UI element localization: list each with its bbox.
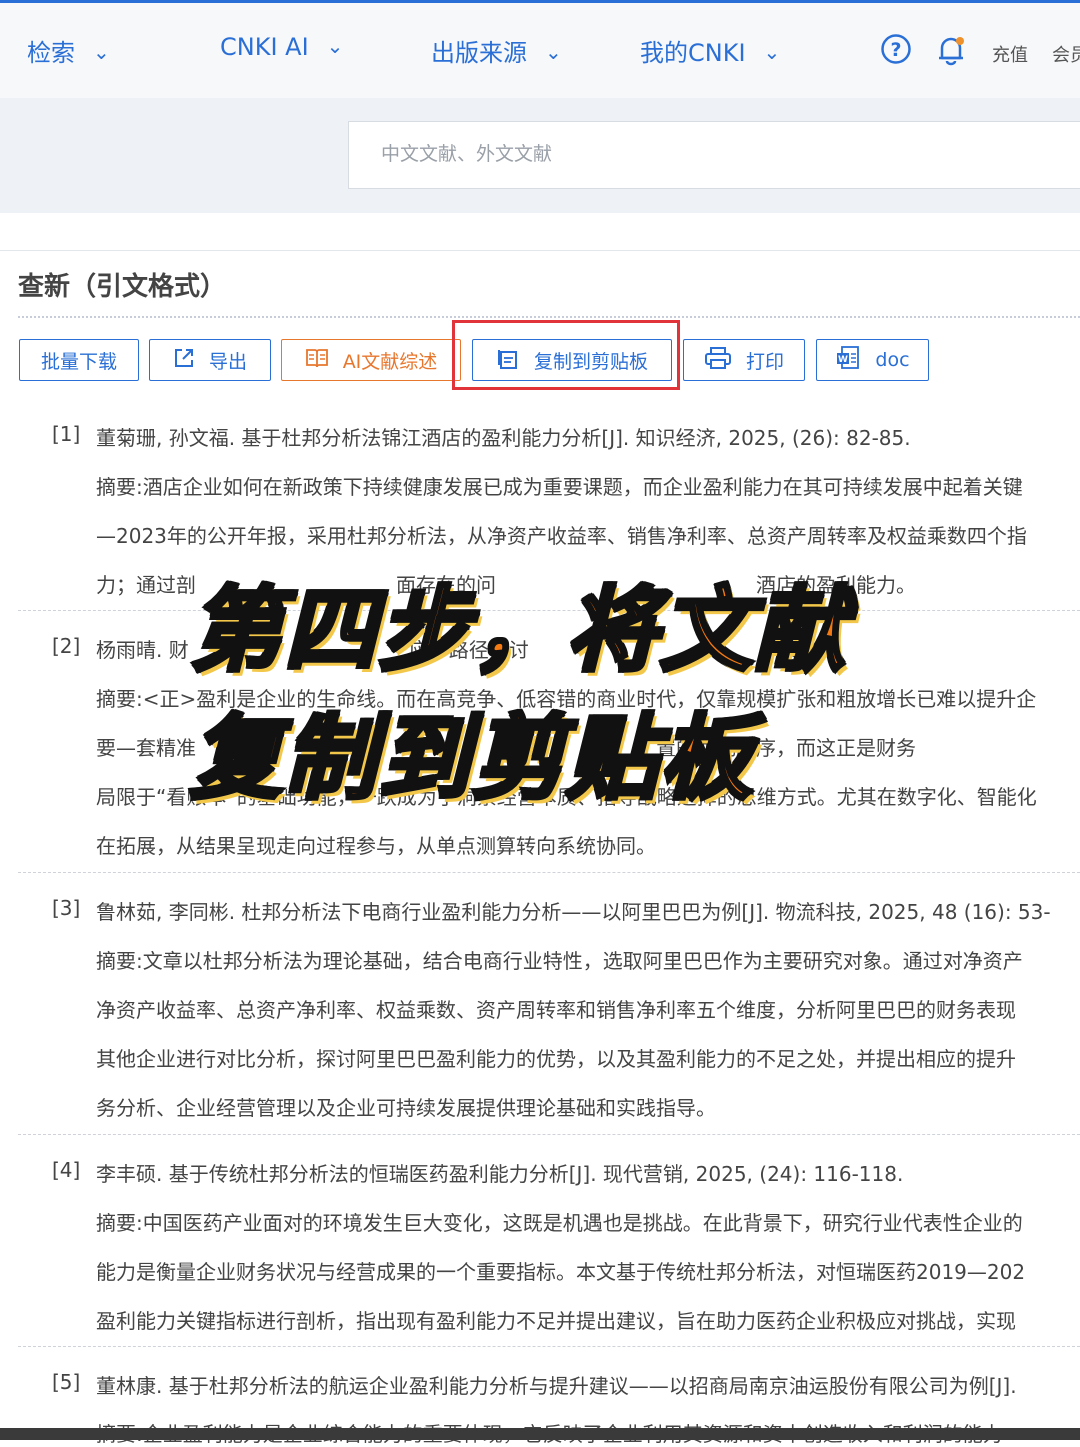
- export-label: 导出: [208, 350, 247, 373]
- bottom-bar: [0, 1428, 1080, 1440]
- nav-search[interactable]: 检索 ⌄: [27, 33, 110, 68]
- reference-citation[interactable]: 董林康. 基于杜邦分析法的航运企业盈利能力分析与提升建议——以招商局南京油运股份…: [96, 1370, 1017, 1399]
- reference-citation[interactable]: 鲁林茹, 李同彬. 杜邦分析法下电商行业盈利能力分析——以阿里巴巴为例[J]. …: [96, 896, 1051, 925]
- word-doc-icon: W: [835, 345, 861, 376]
- search-input[interactable]: [379, 142, 1063, 166]
- nav-my-cnki-label: 我的CNKI: [640, 39, 746, 67]
- ai-review-label: AI文献综述: [342, 350, 438, 373]
- nav-cnki-ai-label: CNKI AI: [220, 33, 309, 61]
- nav-cnki-ai[interactable]: CNKI AI ⌄: [220, 33, 343, 61]
- reference-abstract-line: 务分析、企业经营管理以及企业可持续发展提供理论基础和实践指导。: [96, 1096, 716, 1120]
- chevron-down-icon: ⌄: [93, 40, 110, 64]
- doc-label: doc: [875, 349, 910, 371]
- export-icon: [173, 347, 195, 374]
- reference-abstract-line: 能力是衡量企业财务状况与经营成果的一个重要指标。本文基于传统杜邦分析法，对恒瑞医…: [96, 1260, 1026, 1284]
- print-label: 打印: [745, 350, 784, 373]
- overlay-caption-line2: 复制到剪贴板: [188, 703, 755, 814]
- svg-text:W: W: [838, 355, 848, 365]
- book-icon: [305, 347, 329, 374]
- top-nav: 检索 ⌄ CNKI AI ⌄ 出版来源 ⌄ 我的CNKI ⌄ ? 充值 会员: [0, 3, 1080, 98]
- recharge-link[interactable]: 充值: [992, 41, 1028, 67]
- reference-number: [4]: [52, 1158, 81, 1182]
- nav-publication-source-label: 出版来源: [431, 39, 527, 67]
- reference-separator: [18, 872, 1080, 873]
- overlay-caption-line1: 第四步，将文献: [188, 575, 849, 686]
- print-button[interactable]: 打印: [683, 339, 805, 381]
- reference-abstract-line: —2023年的公开年报，采用杜邦分析法，从净资产收益率、销售净利率、总资产周转率…: [96, 524, 1027, 548]
- reference-number: [3]: [52, 896, 81, 920]
- reference-citation[interactable]: 李丰硕. 基于传统杜邦分析法的恒瑞医药盈利能力分析[J]. 现代营销, 2025…: [96, 1158, 903, 1187]
- reference-abstract-line: 在拓展，从结果呈现走向过程参与，从单点测算转向系统协同。: [96, 834, 656, 858]
- reference-abstract-line: 净资产收益率、总资产净利率、权益乘数、资产周转率和销售净利率五个维度，分析阿里巴…: [96, 998, 1016, 1022]
- printer-icon: [704, 346, 732, 375]
- reference-number: [2]: [52, 634, 81, 658]
- reference-abstract-line: 摘要:文章以杜邦分析法为理论基础，结合电商行业特性，选取阿里巴巴作为主要研究对象…: [96, 949, 1023, 973]
- page-title: 查新（引文格式）: [18, 272, 227, 302]
- svg-text:?: ?: [890, 39, 901, 61]
- help-icon[interactable]: ?: [880, 33, 912, 69]
- nav-search-label: 检索: [27, 39, 75, 67]
- batch-download-button[interactable]: 批量下载: [19, 339, 139, 381]
- reference-abstract-line: 摘要:酒店企业如何在新政策下持续健康发展已成为重要课题，而企业盈利能力在其可持续…: [96, 475, 1023, 499]
- reference-separator: [18, 1134, 1080, 1135]
- ai-review-button[interactable]: AI文献综述: [281, 339, 461, 381]
- reference-number: [1]: [52, 422, 81, 446]
- reference-number: [5]: [52, 1370, 81, 1394]
- member-link[interactable]: 会员: [1052, 41, 1080, 67]
- nav-publication-source[interactable]: 出版来源 ⌄: [431, 33, 562, 68]
- chevron-down-icon: ⌄: [326, 34, 344, 58]
- chevron-down-icon: ⌄: [763, 40, 781, 64]
- nav-my-cnki[interactable]: 我的CNKI ⌄: [640, 33, 780, 68]
- reference-citation[interactable]: 董菊珊, 孙文福. 基于杜邦分析法锦江酒店的盈利能力分析[J]. 知识经济, 2…: [96, 422, 911, 451]
- reference-abstract-line: 其他企业进行对比分析，探讨阿里巴巴盈利能力的优势，以及其盈利能力的不足之处，并提…: [96, 1047, 1016, 1071]
- dotted-divider: [18, 316, 1080, 318]
- chevron-down-icon: ⌄: [545, 40, 562, 64]
- notification-bell-icon[interactable]: [934, 33, 968, 71]
- reference-separator: [18, 1346, 1080, 1347]
- search-box[interactable]: [348, 121, 1080, 189]
- doc-button[interactable]: W doc: [816, 339, 929, 381]
- highlight-box: [452, 320, 680, 390]
- reference-abstract-line: 盈利能力关键指标进行剖析，指出现有盈利能力不足并提出建议，旨在助力医药企业积极应…: [96, 1309, 1016, 1333]
- batch-download-label: 批量下载: [40, 350, 117, 373]
- export-button[interactable]: 导出: [149, 339, 271, 381]
- reference-abstract-line: 摘要:中国医药产业面对的环境发生巨大变化，这既是机遇也是挑战。在此背景下，研究行…: [96, 1211, 1023, 1235]
- divider: [0, 250, 1080, 251]
